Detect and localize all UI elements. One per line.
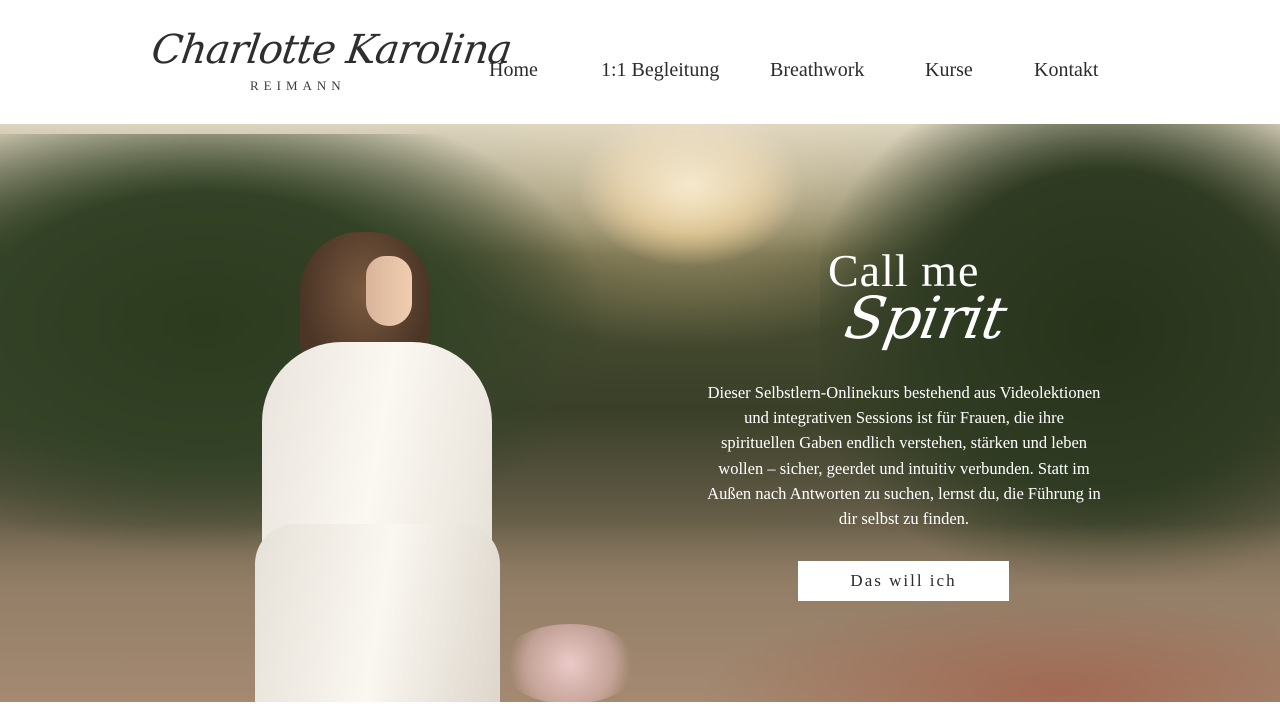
nav-item-kontakt[interactable]: Kontakt xyxy=(1034,56,1098,84)
hero-section: Call me Spirit Dieser Selbstlern-Onlinek… xyxy=(0,124,1280,720)
cta-button[interactable]: Das will ich xyxy=(798,561,1009,601)
woman-face xyxy=(366,256,412,326)
nav-item-home[interactable]: Home xyxy=(489,56,538,84)
site-header: Charlotte Karolina REIMANN Home 1:1 Begl… xyxy=(0,0,1280,124)
nav-item-begleitung[interactable]: 1:1 Begleitung xyxy=(601,56,719,84)
woman-skirt xyxy=(255,524,500,720)
page-bottom-strip xyxy=(0,702,1280,720)
flower-bouquet xyxy=(500,624,640,704)
nav-item-breathwork[interactable]: Breathwork xyxy=(770,56,864,84)
main-nav: Home 1:1 Begleitung Breathwork Kurse Kon… xyxy=(0,56,1280,86)
hero-title-line2: Spirit xyxy=(840,284,1011,352)
hero-description: Dieser Selbstlern-Onlinekurs bestehend a… xyxy=(707,383,1101,529)
nav-item-kurse[interactable]: Kurse xyxy=(925,56,973,84)
